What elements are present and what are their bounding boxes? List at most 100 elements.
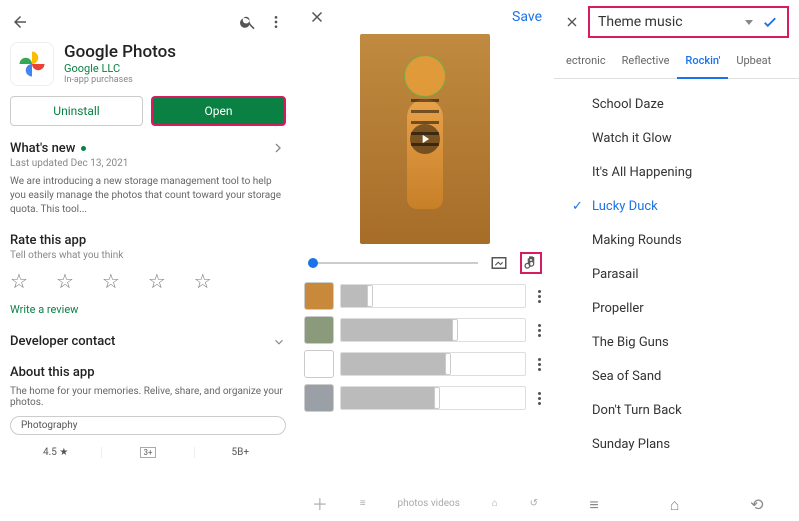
- more-vert-icon[interactable]: [266, 12, 286, 32]
- genre-tab[interactable]: Rockin': [677, 44, 728, 79]
- preview-frame[interactable]: [360, 34, 490, 244]
- track-item[interactable]: ✓Watch it Glow: [554, 121, 799, 155]
- check-icon: [761, 13, 779, 31]
- track-label: Making Rounds: [592, 233, 682, 248]
- aspect-ratio-icon[interactable]: [488, 252, 510, 274]
- nav-back-icon[interactable]: ⟲: [750, 495, 763, 515]
- app-header: Google Photos Google LLC In-app purchase…: [10, 42, 286, 86]
- app-subline: In-app purchases: [64, 75, 176, 85]
- track-item[interactable]: ✓Propeller: [554, 291, 799, 325]
- stats-row: 4.5 ★ 3+ 5B+: [10, 447, 286, 458]
- write-review-link[interactable]: Write a review: [10, 303, 286, 316]
- track-label: Lucky Duck: [592, 199, 658, 214]
- genre-tab[interactable]: Upbeat: [728, 44, 779, 78]
- clip-more-icon[interactable]: [532, 324, 546, 337]
- nav-home-icon[interactable]: ⌂: [670, 495, 680, 515]
- star-icon[interactable]: ☆: [194, 269, 212, 293]
- track-item[interactable]: ✓Making Rounds: [554, 223, 799, 257]
- search-icon[interactable]: [238, 12, 258, 32]
- stat-content: 3+: [101, 447, 193, 458]
- clip-trim-bar[interactable]: [340, 386, 526, 410]
- play-icon[interactable]: [410, 124, 440, 154]
- dropdown-label: Theme music: [598, 14, 683, 30]
- play-store-panel: Google Photos Google LLC In-app purchase…: [0, 0, 296, 521]
- clip-thumb[interactable]: [304, 282, 334, 310]
- editor-bottom-bar: ＋ ≡ photos videos ⌂ ↺: [296, 491, 554, 515]
- home-icon[interactable]: ⌂: [492, 498, 498, 509]
- theme-music-panel: Theme music ectronicReflectiveRockin'Upb…: [554, 0, 799, 521]
- category-chip[interactable]: Photography: [10, 416, 286, 435]
- genre-tab[interactable]: Reflective: [614, 44, 678, 78]
- open-button[interactable]: Open: [151, 96, 286, 126]
- video-editor-panel: Save ＋ ≡ photos videos: [296, 0, 554, 521]
- back-icon[interactable]: [10, 12, 30, 32]
- menu-icon[interactable]: ≡: [360, 498, 366, 509]
- clip-more-icon[interactable]: [532, 290, 546, 303]
- add-icon[interactable]: ＋: [312, 491, 328, 515]
- undo-icon[interactable]: ↺: [530, 498, 538, 509]
- chevron-right-icon: [270, 140, 286, 156]
- dev-contact-label: Developer contact: [10, 334, 115, 349]
- close-icon[interactable]: [308, 8, 326, 26]
- clip-trim-bar[interactable]: [340, 318, 526, 342]
- slider-thumb[interactable]: [308, 258, 318, 268]
- close-icon[interactable]: [564, 14, 580, 30]
- clip-row: [304, 316, 546, 344]
- clip-more-icon[interactable]: [532, 392, 546, 405]
- track-item[interactable]: ✓Sunday Plans: [554, 427, 799, 461]
- whats-new-header[interactable]: What's new: [10, 140, 286, 156]
- whats-new-body: We are introducing a new storage managem…: [10, 175, 286, 217]
- app-publisher[interactable]: Google LLC: [64, 62, 176, 75]
- star-icon[interactable]: ☆: [56, 269, 74, 293]
- theme-topbar: Theme music: [554, 0, 799, 44]
- about-title: About this app: [10, 365, 286, 380]
- timeline-slider[interactable]: [308, 262, 478, 264]
- track-item[interactable]: ✓Parasail: [554, 257, 799, 291]
- whats-new-title: What's new: [10, 141, 75, 156]
- music-note-icon[interactable]: [520, 252, 542, 274]
- clip-thumb[interactable]: [304, 384, 334, 412]
- video-preview: [296, 34, 554, 244]
- star-icon[interactable]: ☆: [148, 269, 166, 293]
- track-label: It's All Happening: [592, 165, 692, 180]
- system-nav-bar: ≡ ⌂ ⟲: [554, 495, 799, 515]
- clip-thumb[interactable]: [304, 350, 334, 378]
- track-label: Don't Turn Back: [592, 403, 682, 418]
- clip-row: [304, 282, 546, 310]
- theme-dropdown[interactable]: Theme music: [588, 6, 789, 38]
- track-item[interactable]: ✓It's All Happening: [554, 155, 799, 189]
- clip-trim-bar[interactable]: [340, 284, 526, 308]
- action-buttons: Uninstall Open: [10, 96, 286, 126]
- track-item[interactable]: ✓Lucky Duck: [554, 189, 799, 223]
- caret-down-icon: [745, 20, 753, 25]
- star-icon[interactable]: ☆: [102, 269, 120, 293]
- clip-thumb[interactable]: [304, 316, 334, 344]
- star-icon[interactable]: ☆: [10, 269, 28, 293]
- app-logo: [10, 42, 54, 86]
- track-list: ✓School Daze✓Watch it Glow✓It's All Happ…: [554, 79, 799, 469]
- whats-new-updated: Last updated Dec 13, 2021: [10, 158, 286, 169]
- clip-more-icon[interactable]: [532, 358, 546, 371]
- stat-downloads: 5B+: [194, 447, 286, 458]
- track-item[interactable]: ✓Don't Turn Back: [554, 393, 799, 427]
- save-button[interactable]: Save: [512, 9, 542, 25]
- rating-stars[interactable]: ☆ ☆ ☆ ☆ ☆: [10, 269, 286, 293]
- developer-contact-row[interactable]: Developer contact: [10, 334, 286, 349]
- clip-row: [304, 384, 546, 412]
- track-label: Sunday Plans: [592, 437, 670, 452]
- track-item[interactable]: ✓The Big Guns: [554, 325, 799, 359]
- rate-title: Rate this app: [10, 233, 286, 248]
- app-title: Google Photos: [64, 42, 176, 62]
- nav-menu-icon[interactable]: ≡: [589, 495, 598, 515]
- track-label: Sea of Sand: [592, 369, 661, 384]
- track-label: Parasail: [592, 267, 639, 282]
- track-item[interactable]: ✓Sea of Sand: [554, 359, 799, 393]
- check-icon: ✓: [572, 199, 592, 214]
- track-label: Watch it Glow: [592, 131, 672, 146]
- genre-tab[interactable]: ectronic: [558, 44, 614, 78]
- clip-trim-bar[interactable]: [340, 352, 526, 376]
- stat-rating: 4.5 ★: [10, 447, 101, 458]
- track-item[interactable]: ✓School Daze: [554, 87, 799, 121]
- uninstall-button[interactable]: Uninstall: [10, 96, 143, 126]
- store-topbar: [10, 8, 286, 36]
